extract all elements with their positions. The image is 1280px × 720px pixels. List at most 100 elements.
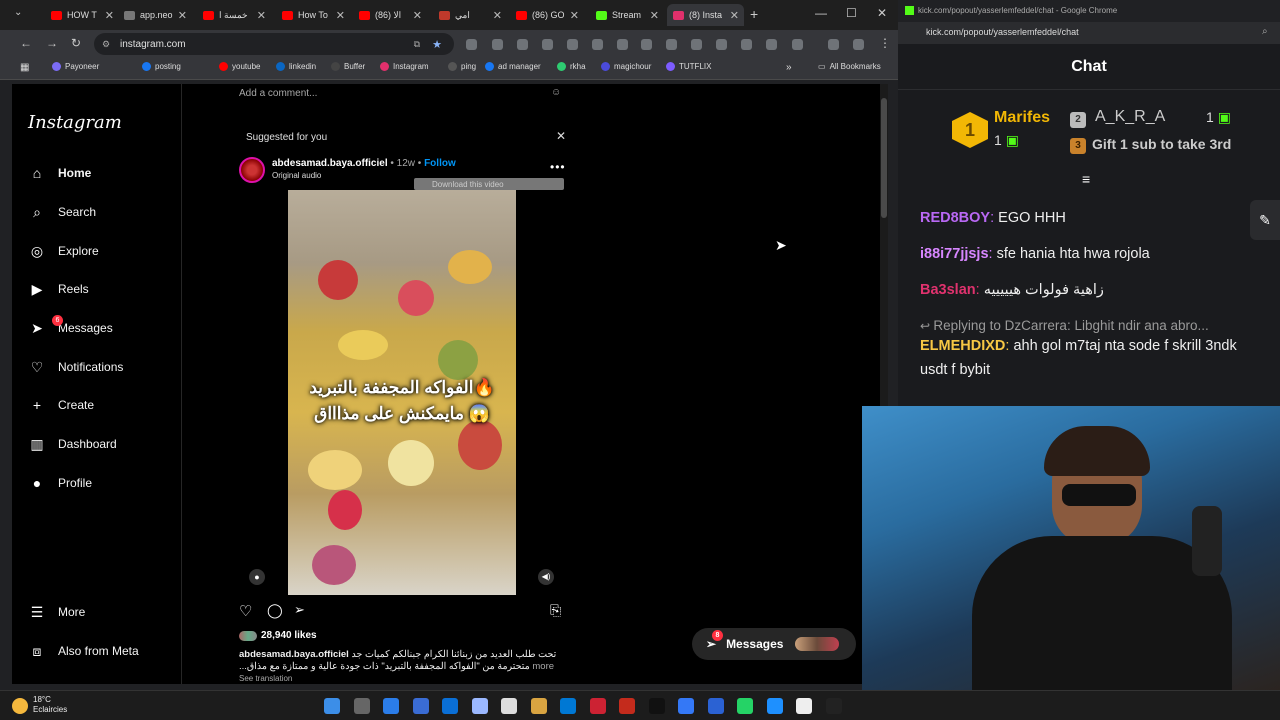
reload-icon[interactable]: ↻ xyxy=(71,36,81,50)
bookmark[interactable]: Instagram xyxy=(380,62,429,71)
tab-close-icon[interactable]: ✕ xyxy=(645,9,664,22)
maximize-button[interactable]: ☐ xyxy=(846,6,857,20)
taskbar-app-icon[interactable] xyxy=(737,698,753,714)
dismiss-suggested-icon[interactable]: ✕ xyxy=(556,129,566,143)
extension-icon[interactable] xyxy=(641,39,652,50)
extension-icon[interactable] xyxy=(617,39,628,50)
extension-icon[interactable] xyxy=(666,39,677,50)
taskbar-app-icon[interactable] xyxy=(825,698,842,714)
chat-username[interactable]: RED8BOY xyxy=(920,210,990,226)
bookmark[interactable]: Buffer xyxy=(331,62,365,71)
taskbar-app-icon[interactable] xyxy=(383,698,399,714)
bookmark[interactable]: linkedin xyxy=(276,62,316,71)
kick-url[interactable]: kick.com/popout/yasserlemfeddel/chat xyxy=(898,22,1280,44)
post-options-icon[interactable]: ••• xyxy=(550,160,566,174)
taskbar-app-icon[interactable] xyxy=(707,698,724,714)
tagged-user-icon[interactable]: ● xyxy=(249,569,265,585)
bookmark[interactable]: TUTFLIX xyxy=(666,62,711,71)
tab[interactable]: (86) GO ✕ xyxy=(510,4,584,26)
bookmarks-overflow-icon[interactable]: » xyxy=(786,62,792,73)
close-window-button[interactable]: ✕ xyxy=(877,6,887,20)
extension-icon[interactable] xyxy=(828,39,839,50)
download-video-button[interactable]: Download this video xyxy=(414,178,564,190)
taskbar-app-icon[interactable] xyxy=(353,698,370,714)
nav-messages[interactable]: ➤ 6 Messages xyxy=(28,315,113,339)
taskbar-app-icon[interactable] xyxy=(560,698,576,714)
emoji-icon[interactable]: ☺ xyxy=(551,87,561,98)
bookmark[interactable]: magichour xyxy=(601,62,651,71)
post-audio[interactable]: Original audio xyxy=(272,171,321,180)
extension-icon[interactable] xyxy=(466,39,477,50)
extension-icon[interactable] xyxy=(716,39,727,50)
bookmark[interactable]: ad manager xyxy=(485,62,541,71)
new-tab-button[interactable]: + xyxy=(750,6,758,22)
tab[interactable]: app.neo ✕ xyxy=(118,4,192,26)
bookmark[interactable]: youtube xyxy=(219,62,260,71)
bookmark[interactable]: posting xyxy=(142,62,181,71)
tab-close-icon[interactable]: ✕ xyxy=(173,9,192,22)
back-icon[interactable]: ← xyxy=(20,36,32,50)
taskbar-app-icon[interactable] xyxy=(412,698,429,714)
post-avatar[interactable] xyxy=(239,157,265,183)
post-video[interactable]: الفواكه المجففة بالتبريد🔥 مايمكنش على مذ… xyxy=(288,190,516,595)
bookmark[interactable]: Payoneer xyxy=(52,62,99,71)
extension-icon[interactable] xyxy=(592,39,603,50)
instagram-logo[interactable]: Instagram xyxy=(28,112,122,133)
taskbar-app-icon[interactable] xyxy=(766,698,783,714)
see-translation-link[interactable]: See translation xyxy=(239,673,559,684)
tab[interactable]: Stream ✕ xyxy=(590,4,664,26)
tab-close-icon[interactable]: ✕ xyxy=(408,9,427,22)
leader-3[interactable]: 3 Gift 1 sub to take 3rd xyxy=(1070,136,1270,158)
nav-dashboard[interactable]: ▥ Dashboard xyxy=(28,433,116,455)
tab-search-button[interactable]: ⌄ xyxy=(14,7,32,23)
tab[interactable]: How To ✕ xyxy=(276,4,350,26)
nav-explore[interactable]: ◎ Explore xyxy=(28,240,99,262)
add-comment-input[interactable]: Add a comment... xyxy=(239,88,317,99)
nav-create[interactable]: + Create xyxy=(28,394,94,416)
weather-icon[interactable] xyxy=(12,698,28,714)
tab[interactable]: (8) Insta ✕ xyxy=(667,4,744,26)
tab-close-icon[interactable]: ✕ xyxy=(725,9,744,22)
apps-icon[interactable]: ▦ xyxy=(20,62,29,73)
share-icon[interactable]: ➢ xyxy=(294,602,305,618)
nav-profile[interactable]: ● Profile xyxy=(28,472,92,494)
tab-close-icon[interactable]: ✕ xyxy=(100,9,119,22)
also-from-meta-button[interactable]: ⧈ Also from Meta xyxy=(28,640,139,662)
like-icon[interactable]: ♡ xyxy=(239,602,252,620)
collapse-leaderboard-icon[interactable]: ≡ xyxy=(1082,171,1090,187)
tab-close-icon[interactable]: ✕ xyxy=(565,9,584,22)
nav-search[interactable]: ⌕ Search xyxy=(28,201,96,223)
taskbar-app-icon[interactable] xyxy=(471,698,488,714)
taskbar-app-icon[interactable] xyxy=(796,698,812,714)
caption-username[interactable]: abdesamad.baya.officiel xyxy=(239,649,349,660)
nav-home[interactable]: ⌂ Home xyxy=(28,162,92,184)
kick-search-icon[interactable]: ⌕ xyxy=(1262,26,1268,37)
nav-notifications[interactable]: ♡ Notifications xyxy=(28,356,124,378)
follow-button[interactable]: Follow xyxy=(424,158,456,169)
chat-username[interactable]: ELMEHDIXD xyxy=(920,338,1005,354)
tab[interactable]: HOW T ✕ xyxy=(45,4,119,26)
save-icon[interactable]: ⎘ xyxy=(550,602,561,619)
taskbar-app-icon[interactable] xyxy=(501,698,517,714)
taskbar-app-icon[interactable] xyxy=(648,698,665,714)
tab-close-icon[interactable]: ✕ xyxy=(488,9,507,22)
post-username[interactable]: abdesamad.baya.officiel xyxy=(272,158,388,169)
cast-icon[interactable]: ⧉ xyxy=(414,39,420,50)
mute-icon[interactable]: ◀) xyxy=(538,569,554,585)
extension-icon[interactable] xyxy=(492,39,503,50)
extension-icon[interactable] xyxy=(766,39,777,50)
forward-icon[interactable]: → xyxy=(46,36,58,50)
comment-icon[interactable]: ◯ xyxy=(267,602,283,619)
tab-close-icon[interactable]: ✕ xyxy=(252,9,271,22)
extension-icon[interactable] xyxy=(741,39,752,50)
weather-widget[interactable]: 18°C Eclaircies xyxy=(33,695,67,715)
tab[interactable]: (86) الا ✕ xyxy=(353,4,427,26)
menu-icon[interactable]: ⋮ xyxy=(879,36,891,50)
tab-close-icon[interactable]: ✕ xyxy=(331,9,350,22)
extension-icon[interactable] xyxy=(567,39,578,50)
taskbar-app-icon[interactable] xyxy=(530,698,547,714)
taskbar-app-icon[interactable] xyxy=(589,698,606,714)
messages-pill[interactable]: ➢ 8 Messages xyxy=(692,628,856,660)
chat-username[interactable]: Ba3slan xyxy=(920,282,976,298)
minimize-button[interactable]: — xyxy=(815,6,827,20)
